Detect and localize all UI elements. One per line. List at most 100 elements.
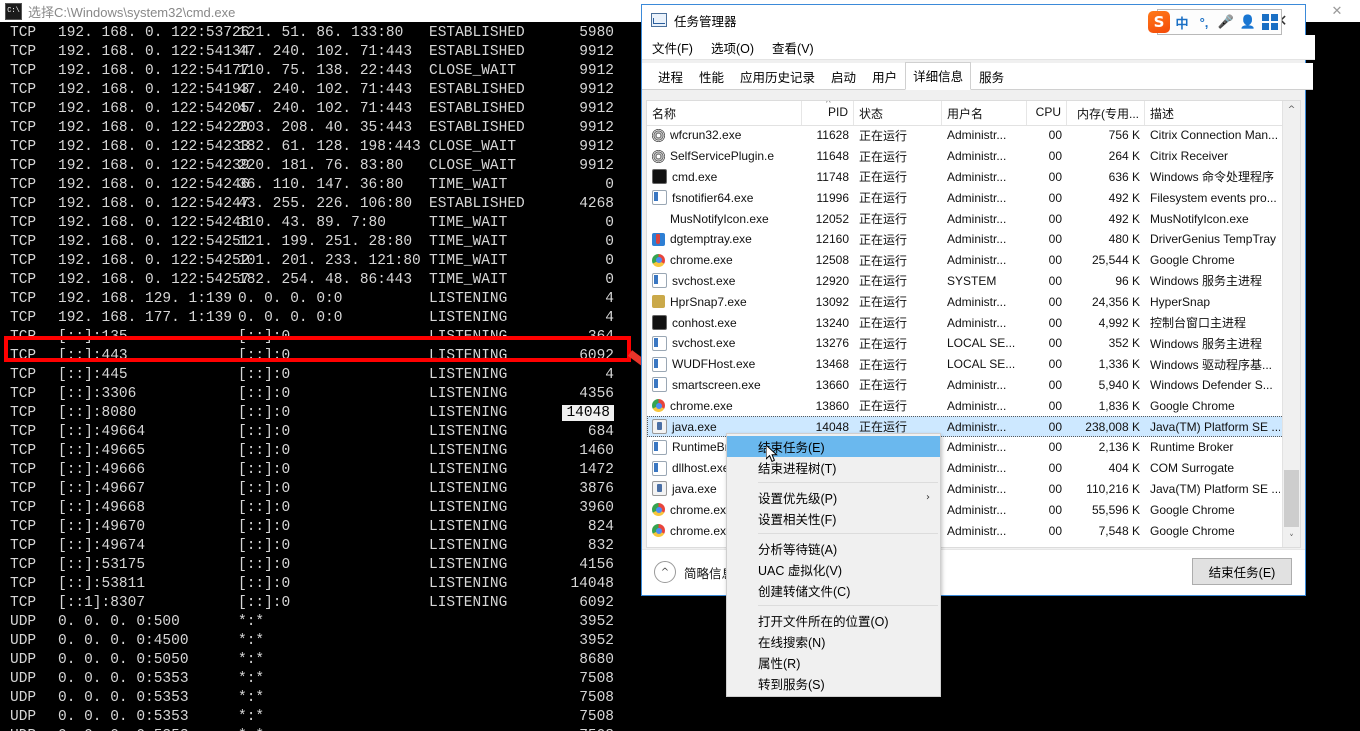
table-row[interactable]: HprSnap7.exe 13092 正在运行 Administr... 00 24,35…	[647, 291, 1284, 312]
cell-username: Administr...	[947, 377, 1007, 392]
sogou-logo-icon[interactable]: S	[1148, 11, 1170, 33]
context-menu-item[interactable]: 分析等待链(A)	[727, 538, 940, 559]
context-menu-item[interactable]: 结束进程树(T)	[727, 457, 940, 478]
console-local: 192. 168. 0. 122:54134	[58, 44, 250, 60]
taskmgr-tabstrip[interactable]: 进程 性能 应用历史记录 启动 用户 详细信息 服务	[642, 62, 1313, 90]
scrollbar-thumb[interactable]	[1284, 470, 1299, 527]
menu-file[interactable]: 文件(F)	[652, 38, 693, 57]
cell-cpu: 00	[1048, 481, 1062, 496]
process-name-label: wfcrun32.exe	[670, 128, 742, 143]
console-foreign: 47. 240. 102. 71:443	[238, 44, 413, 60]
cell-username: Administr...	[947, 211, 1007, 226]
tab-详细信息[interactable]: 详细信息	[905, 62, 972, 90]
menu-separator	[758, 482, 938, 483]
table-row[interactable]: MusNotifyIcon.exe 12052 正在运行 Administr... 00…	[647, 208, 1284, 229]
citrix-icon	[652, 149, 665, 163]
console-local: 0. 0. 0. 0:500	[58, 614, 180, 630]
cell-status: 正在运行	[859, 232, 908, 247]
cell-cpu: 00	[1048, 523, 1062, 538]
table-row[interactable]: fsnotifier64.exe 11996 正在运行 Administr... 00 4…	[647, 187, 1284, 208]
cell-process-name: smartscreen.exe	[647, 377, 802, 393]
ime-toolbar[interactable]: S 中 °, 🎤 👤	[1148, 9, 1282, 35]
mic-icon[interactable]: 🎤	[1216, 11, 1236, 33]
process-table-header[interactable]: 名称 PID ^ 状态 用户名 CPU 内存(专用... 描述	[647, 101, 1300, 126]
taskmgr-menubar[interactable]: 文件(F) 选项(O) 查看(V)	[642, 35, 1315, 60]
console-state: ESTABLISHED	[429, 44, 525, 60]
table-row[interactable]: chrome.exe 13860 正在运行 Administr... 00 1,836 K…	[647, 395, 1284, 416]
table-row[interactable]: wfcrun32.exe 11628 正在运行 Administr... 00 756 K…	[647, 125, 1284, 146]
context-menu-item[interactable]: 打开文件所在的位置(O)	[727, 610, 940, 631]
console-pid: 9912	[579, 44, 614, 60]
process-table-scrollbar[interactable]: ^ ˅	[1282, 101, 1300, 547]
cell-status: 正在运行	[859, 295, 908, 310]
doc-icon	[652, 273, 667, 289]
context-menu-item[interactable]: UAC 虚拟化(V)	[727, 559, 940, 580]
context-menu-item[interactable]: 属性(R)	[727, 652, 940, 673]
column-header-memory[interactable]: 内存(专用...	[1067, 101, 1145, 125]
chinese-mode-icon[interactable]: 中	[1172, 11, 1192, 33]
process-context-menu[interactable]: 结束任务(E) 结束进程树(T) 设置优先级(P) › 设置相关性(F) 分析等待链(A)…	[726, 433, 941, 697]
close-icon[interactable]: ✕	[1314, 0, 1360, 22]
cmd-icon	[652, 169, 667, 185]
table-row[interactable]: conhost.exe 13240 正在运行 Administr... 00 4,992 …	[647, 312, 1284, 333]
cell-process-name: WUDFHost.exe	[647, 356, 802, 372]
console-proto: UDP	[10, 727, 58, 731]
cell-pid: 12160	[815, 232, 849, 247]
table-row[interactable]: svchost.exe 12920 正在运行 SYSTEM 00 96 K Windows …	[647, 271, 1284, 292]
cell-pid: 13660	[815, 377, 849, 392]
column-header-name[interactable]: 名称	[647, 101, 802, 125]
console-proto: TCP	[10, 500, 37, 516]
context-menu-item[interactable]: 设置相关性(F)	[727, 508, 940, 529]
console-local: 0. 0. 0. 0:5050	[58, 652, 189, 668]
tab-性能[interactable]: 性能	[691, 63, 732, 90]
tab-服务[interactable]: 服务	[971, 63, 1012, 90]
context-menu-item[interactable]: 结束任务(E)	[727, 436, 940, 457]
table-row[interactable]: WUDFHost.exe 13468 正在运行 LOCAL SE... 00 1,336 …	[647, 354, 1284, 375]
column-header-cpu[interactable]: CPU	[1027, 101, 1067, 125]
column-header-description[interactable]: 描述	[1145, 101, 1280, 125]
cell-cpu: 00	[1048, 357, 1062, 372]
menu-options[interactable]: 选项(O)	[711, 38, 754, 57]
menu-view[interactable]: 查看(V)	[772, 38, 814, 57]
table-row[interactable]: smartscreen.exe 13660 正在运行 Administr... 00 5,…	[647, 375, 1284, 396]
tab-应用历史记录[interactable]: 应用历史记录	[732, 63, 823, 90]
user-icon[interactable]: 👤	[1238, 11, 1258, 33]
context-menu-item-label: 分析等待链(A)	[758, 543, 838, 557]
grid-icon[interactable]	[1260, 11, 1280, 33]
table-row[interactable]: cmd.exe 11748 正在运行 Administr... 00 636 K Windo…	[647, 167, 1284, 188]
tab-进程[interactable]: 进程	[650, 63, 691, 90]
cell-memory: 480 K	[1108, 232, 1140, 247]
tab-用户[interactable]: 用户	[864, 63, 905, 90]
console-foreign: *:*	[238, 671, 265, 687]
table-row[interactable]: svchost.exe 13276 正在运行 LOCAL SE... 00 352 K Wi…	[647, 333, 1284, 354]
cell-cpu: 00	[1048, 440, 1062, 455]
console-proto: TCP	[10, 272, 37, 288]
tab-启动[interactable]: 启动	[823, 63, 864, 90]
context-menu-item[interactable]: 创建转储文件(C)	[727, 580, 940, 601]
context-menu-item[interactable]: 在线搜索(N)	[727, 631, 940, 652]
end-task-button[interactable]: 结束任务(E)	[1192, 558, 1292, 585]
punctuation-icon[interactable]: °,	[1194, 11, 1214, 33]
console-pid: 7508	[544, 727, 614, 731]
table-row[interactable]: dgtemptray.exe 12160 正在运行 Administr... 00 480…	[647, 229, 1284, 250]
console-pid: 0	[605, 215, 614, 231]
column-header-pid[interactable]: PID ^	[802, 101, 854, 125]
console-local: 192. 168. 0. 122:54177	[58, 63, 250, 79]
scroll-up-icon[interactable]: ^	[1283, 101, 1300, 118]
console-pid: 4268	[579, 196, 614, 212]
console-proto: TCP	[10, 386, 37, 402]
context-menu-item[interactable]: 设置优先级(P) ›	[727, 487, 940, 508]
table-row[interactable]: chrome.exe 12508 正在运行 Administr... 00 25,544 …	[647, 250, 1284, 271]
column-header-status[interactable]: 状态	[854, 101, 942, 125]
context-menu-item[interactable]: 转到服务(S)	[727, 673, 940, 694]
chevron-right-icon: ›	[926, 492, 930, 503]
process-name-label: WUDFHost.exe	[672, 357, 756, 372]
cell-pid: 12508	[815, 253, 849, 268]
table-row[interactable]: SelfServicePlugin.e 11648 正在运行 Administr...…	[647, 146, 1284, 167]
column-header-username[interactable]: 用户名	[942, 101, 1027, 125]
console-foreign: *:*	[238, 709, 265, 725]
scroll-down-icon[interactable]: ˅	[1283, 530, 1300, 547]
console-pid: 364	[587, 329, 614, 345]
cell-memory: 756 K	[1108, 128, 1140, 143]
process-name-label: java.exe	[672, 481, 717, 496]
